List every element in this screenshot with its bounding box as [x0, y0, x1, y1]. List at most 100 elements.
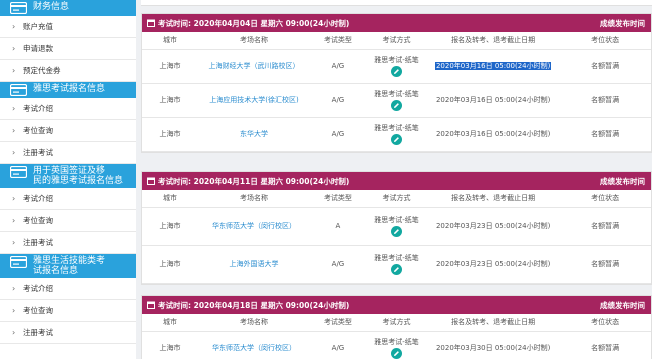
exam-method-label: 雅思考试-纸笔 [374, 56, 419, 64]
exam-method-cell: 雅思考试-纸笔 [365, 117, 428, 152]
column-header: 城市 [142, 32, 198, 50]
sidebar-nav-item[interactable]: › 考位查询 [0, 300, 136, 322]
top-strip [141, 0, 652, 6]
sidebar-nav-item[interactable]: › 考试介绍 [0, 278, 136, 300]
deadline-cell: 2020年03月16日 05:00(24小时制) [427, 117, 560, 152]
exam-method: 雅思考试-纸笔 [366, 253, 427, 275]
sidebar-nav-label: 注册考试 [23, 328, 53, 337]
exam-type-cell: A/G [309, 83, 366, 118]
chevron-right-icon: › [12, 126, 16, 135]
score-release-link[interactable]: 成绩发布时间 [600, 176, 645, 187]
sidebar-nav-item[interactable]: › 注册考试 [0, 142, 136, 164]
exam-session-card: 考试时间: 2020年04月11日 星期六 09:00(24小时制) 成绩发布时间… [141, 171, 652, 285]
calendar-icon [147, 19, 155, 27]
chevron-right-icon: › [12, 22, 16, 31]
column-header: 考试方式 [365, 32, 428, 50]
seat-status: 名额暂满 [559, 331, 651, 359]
seat-status: 名额暂满 [559, 207, 651, 246]
column-header: 报名及转考、退考截止日期 [427, 314, 560, 332]
exam-method-label: 雅思考试-纸笔 [374, 254, 419, 262]
exam-method-cell: 雅思考试-纸笔 [365, 207, 428, 246]
sidebar-nav-item[interactable]: › 账户充值 [0, 16, 136, 38]
venue-link[interactable]: 华东师范大学（闵行校区） [197, 207, 310, 246]
sidebar-nav-item[interactable]: › 考位查询 [0, 210, 136, 232]
exam-method-cell: 雅思考试-纸笔 [365, 331, 428, 359]
pencil-icon[interactable] [390, 348, 402, 359]
column-header: 考场名称 [197, 314, 310, 332]
city-cell: 上海市 [142, 117, 198, 152]
sidebar-section-title: 用于英国签证及移 民的雅思考试报名信息 [33, 166, 124, 186]
exam-method-cell: 雅思考试-纸笔 [365, 49, 428, 84]
pencil-icon[interactable] [390, 100, 402, 111]
seat-status: 名额暂满 [559, 245, 651, 284]
venue-link[interactable]: 东华大学 [197, 117, 310, 152]
sidebar-nav-item[interactable]: › 考位查询 [0, 120, 136, 142]
sidebar-nav-label: 考位查询 [23, 216, 53, 225]
column-header: 报名及转考、退考截止日期 [427, 190, 560, 208]
chevron-right-icon: › [12, 194, 16, 203]
sidebar-nav-label: 注册考试 [23, 238, 53, 247]
exam-method: 雅思考试-纸笔 [366, 215, 427, 237]
calendar-icon [147, 301, 155, 309]
sidebar-nav-item[interactable]: › 申请退款 [0, 38, 136, 60]
table-row: 上海市 华东师范大学（闵行校区） A/G 雅思考试-纸笔 2020年03月30日 05:… [142, 331, 651, 359]
pencil-icon[interactable] [390, 264, 402, 275]
exam-date: 考试时间: 2020年04月04日 星期六 09:00(24小时制) [158, 18, 350, 28]
city-cell: 上海市 [142, 83, 198, 118]
sidebar-nav-label: 申请退款 [23, 44, 53, 53]
exam-date-group: 考试时间: 2020年04月11日 星期六 09:00(24小时制) [147, 176, 349, 187]
seat-status: 名额暂满 [559, 49, 651, 84]
venue-link[interactable]: 上海应用技术大学(徐汇校区) [197, 83, 310, 118]
score-release-link[interactable]: 成绩发布时间 [600, 300, 645, 311]
exam-method: 雅思考试-纸笔 [366, 337, 427, 359]
table-header-row: 城市 考场名称 考试类型 考试方式 报名及转考、退考截止日期 考位状态 [142, 190, 651, 208]
exam-type-cell: A [309, 207, 366, 246]
column-header: 报名及转考、退考截止日期 [427, 32, 560, 50]
sidebar-nav-item[interactable]: › 注册考试 [0, 232, 136, 254]
card-icon [9, 165, 28, 179]
column-header: 考试类型 [309, 314, 366, 332]
exam-method: 雅思考试-纸笔 [366, 55, 427, 77]
sidebar-nav-item[interactable]: › 预定代金券 [0, 60, 136, 82]
sidebar-nav-item[interactable]: › 考试介绍 [0, 188, 136, 210]
score-release-link[interactable]: 成绩发布时间 [600, 18, 645, 29]
exam-type-cell: A/G [309, 331, 366, 359]
pencil-icon[interactable] [390, 134, 402, 145]
pencil-icon[interactable] [390, 226, 402, 237]
sidebar-nav-item[interactable]: › 注册考试 [0, 322, 136, 344]
exam-venue-table: 城市 考场名称 考试类型 考试方式 报名及转考、退考截止日期 考位状态 上海市 华东师范大学（… [142, 190, 651, 284]
deadline-text: 2020年03月23日 05:00(24小时制) [435, 222, 551, 230]
sidebar: 财务信息 › 账户充值 › 申请退款 › 预定代金券 雅思考试报名信息 › 考试介绍 › 考位查询 › 注… [0, 0, 136, 359]
deadline-text: 2020年03月16日 05:00(24小时制) [435, 96, 551, 104]
venue-link[interactable]: 上海外国语大学 [197, 245, 310, 284]
city-cell: 上海市 [142, 331, 198, 359]
exam-method-cell: 雅思考试-纸笔 [365, 83, 428, 118]
exam-method: 雅思考试-纸笔 [366, 89, 427, 111]
column-header: 考位状态 [559, 190, 651, 208]
column-header: 考场名称 [197, 190, 310, 208]
chevron-right-icon: › [12, 238, 16, 247]
card-icon [9, 255, 28, 269]
exam-session-header: 考试时间: 2020年04月04日 星期六 09:00(24小时制) 成绩发布时间 [142, 14, 651, 32]
chevron-right-icon: › [12, 148, 16, 157]
venue-link[interactable]: 上海财经大学（武川路校区） [197, 49, 310, 84]
column-header: 考位状态 [559, 32, 651, 50]
sidebar-nav-label: 考位查询 [23, 126, 53, 135]
sidebar-section-title: 雅思生活技能类考 试报名信息 [33, 256, 106, 276]
exam-date-group: 考试时间: 2020年04月18日 星期六 09:00(24小时制) [147, 300, 349, 311]
chevron-right-icon: › [12, 306, 16, 315]
venue-link[interactable]: 华东师范大学（闵行校区） [197, 331, 310, 359]
exam-type-cell: A/G [309, 49, 366, 84]
exam-session-header: 考试时间: 2020年04月11日 星期六 09:00(24小时制) 成绩发布时间 [142, 172, 651, 190]
sidebar-section-header: 用于英国签证及移 民的雅思考试报名信息 [0, 164, 136, 188]
sidebar-nav-item[interactable]: › 考试介绍 [0, 98, 136, 120]
table-row: 上海市 华东师范大学（闵行校区） A 雅思考试-纸笔 2020年03月23日 05:00… [142, 207, 651, 246]
exam-date-group: 考试时间: 2020年04月04日 星期六 09:00(24小时制) [147, 18, 349, 29]
deadline-cell: 2020年03月23日 05:00(24小时制) [427, 245, 560, 284]
pencil-icon[interactable] [390, 66, 402, 77]
chevron-right-icon: › [12, 44, 16, 53]
chevron-right-icon: › [12, 66, 16, 75]
sidebar-nav-label: 注册考试 [23, 148, 53, 157]
seat-status: 名额暂满 [559, 117, 651, 152]
column-header: 考试类型 [309, 32, 366, 50]
